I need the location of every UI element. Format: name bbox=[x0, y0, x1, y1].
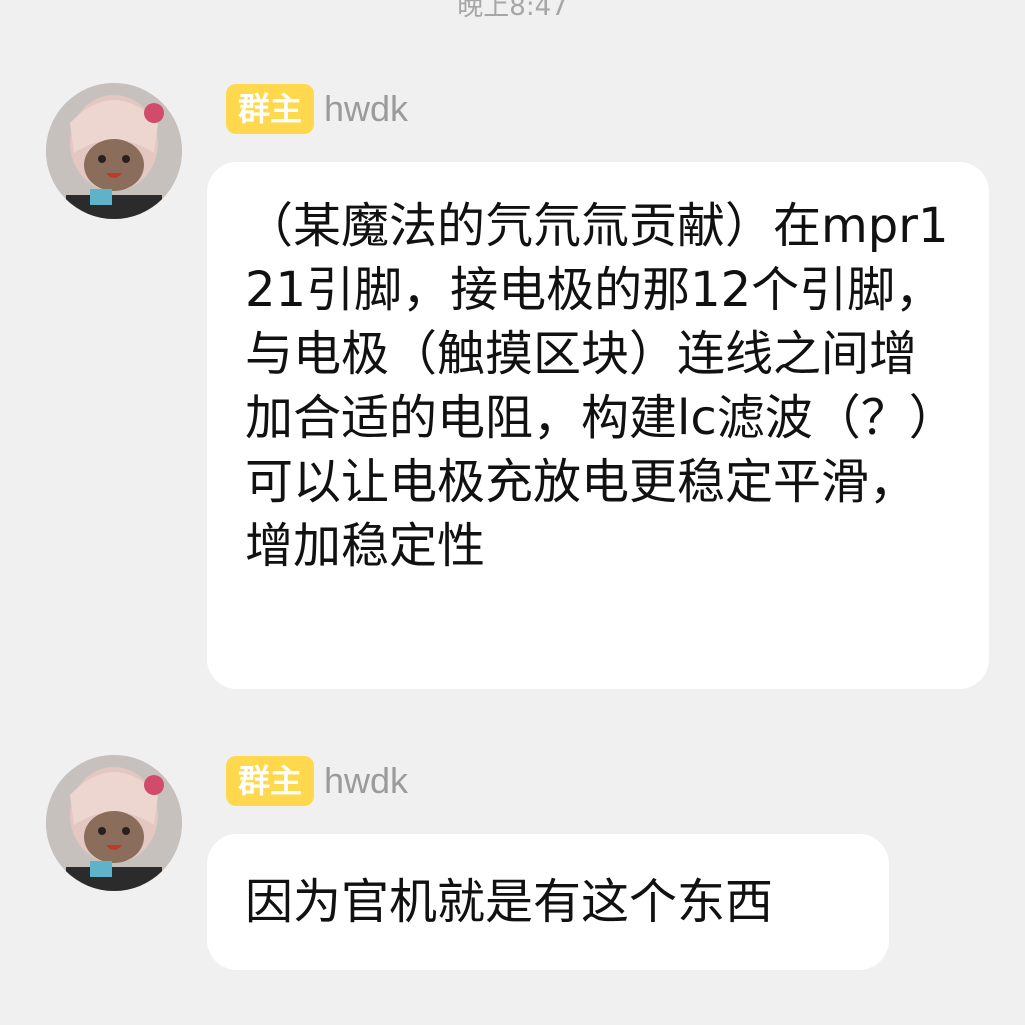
sender-line: 群主 hwdk bbox=[226, 756, 408, 806]
chat-window: 晚上8:47 群主 hwdk （某魔法的氕氘氚贡献）在mpr121引脚，接电极的… bbox=[0, 0, 1025, 1025]
avatar-image bbox=[46, 83, 182, 219]
avatar-image bbox=[46, 755, 182, 891]
message-text: 因为官机就是有这个东西 bbox=[245, 874, 774, 930]
message-bubble[interactable]: 因为官机就是有这个东西 bbox=[207, 834, 889, 970]
group-owner-badge: 群主 bbox=[226, 84, 315, 134]
sender-line: 群主 hwdk bbox=[226, 84, 408, 134]
avatar[interactable] bbox=[46, 755, 182, 891]
message-timestamp: 晚上8:47 bbox=[457, 0, 568, 22]
sender-name[interactable]: hwdk bbox=[324, 760, 408, 802]
avatar[interactable] bbox=[46, 83, 182, 219]
message-text: （某魔法的氕氘氚贡献）在mpr121引脚，接电极的那12个引脚，与电极（触摸区块… bbox=[245, 198, 949, 574]
group-owner-badge: 群主 bbox=[226, 756, 315, 806]
sender-name[interactable]: hwdk bbox=[324, 88, 408, 130]
message-bubble[interactable]: （某魔法的氕氘氚贡献）在mpr121引脚，接电极的那12个引脚，与电极（触摸区块… bbox=[207, 162, 989, 689]
